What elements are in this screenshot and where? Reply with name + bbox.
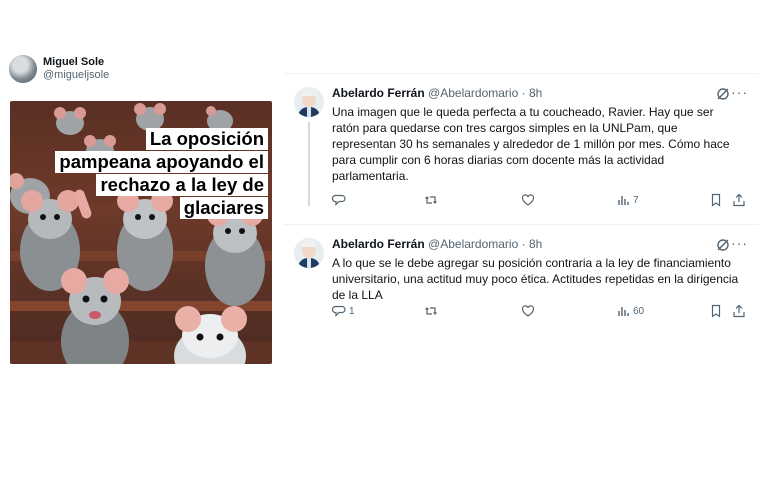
bookmark-button[interactable] [709,304,723,318]
author-name[interactable]: Abelardo Ferrán [332,237,425,251]
meme-caption-line: glaciares [179,197,268,219]
avatar[interactable] [294,238,324,268]
views-icon [616,193,630,207]
retweet-button[interactable] [424,304,438,318]
reply-count: 1 [349,305,355,317]
author-name[interactable]: Miguel Sole [43,56,109,69]
tweet-header: Abelardo Ferrán @Abelardomario · 8h [332,237,542,251]
reply-thread: Abelardo Ferrán @Abelardomario · 8h ··· … [284,73,758,334]
retweet-button[interactable] [424,193,438,207]
tweet-text: Una imagen que le queda perfecta a tu co… [332,105,730,183]
tweet-header: Abelardo Ferrán @Abelardomario · 8h [332,86,542,100]
tweet-actions: 7 [332,193,752,211]
bookmark-button[interactable] [709,193,723,207]
like-icon [521,304,535,318]
author-handle[interactable]: @Abelardomario [428,86,518,100]
views-button[interactable]: 60 [616,304,644,318]
bookmark-icon [709,304,723,318]
tweet[interactable]: Abelardo Ferrán @Abelardomario · 8h ··· … [284,74,758,225]
meme-caption: La oposición pampeana apoyando el rechaz… [55,127,268,219]
like-button[interactable] [521,193,535,207]
more-icon[interactable]: ··· [731,235,748,251]
author-name[interactable]: Abelardo Ferrán [332,86,425,100]
reply-button[interactable]: 1 [332,304,355,318]
bookmark-icon [709,193,723,207]
tweet[interactable]: Abelardo Ferrán @Abelardomario · 8h ··· … [284,225,758,335]
like-icon [521,193,535,207]
retweet-icon [424,193,438,207]
thread-connector-line [308,122,310,206]
share-button[interactable] [732,193,746,207]
meme-caption-line: pampeana apoyando el [55,151,268,173]
views-count: 7 [633,194,639,206]
views-button[interactable]: 7 [616,193,639,207]
views-icon [616,304,630,318]
author-handle[interactable]: @Abelardomario [428,237,518,251]
left-post-author: Miguel Sole @migueljsole [9,55,109,83]
retweet-icon [424,304,438,318]
like-button[interactable] [521,304,535,318]
meme-caption-line: rechazo a la ley de [96,174,268,196]
avatar[interactable] [294,87,324,117]
views-count: 60 [633,305,645,317]
meme-caption-line: La oposición [145,128,268,150]
tweet-time[interactable]: · 8h [522,237,543,251]
share-icon [732,193,746,207]
avatar[interactable] [9,55,37,83]
reply-icon [332,304,346,318]
tweet-time[interactable]: · 8h [522,86,543,100]
reply-icon [332,193,346,207]
author-handle[interactable]: @migueljsole [43,69,109,82]
more-icon[interactable]: ··· [731,84,748,100]
share-icon [732,304,746,318]
meme-image[interactable]: La oposición pampeana apoyando el rechaz… [10,101,272,364]
share-button[interactable] [732,304,746,318]
reply-button[interactable] [332,193,349,207]
tweet-actions: 1 60 [332,304,752,322]
tweet-text: A lo que se le debe agregar su posición … [332,256,739,302]
